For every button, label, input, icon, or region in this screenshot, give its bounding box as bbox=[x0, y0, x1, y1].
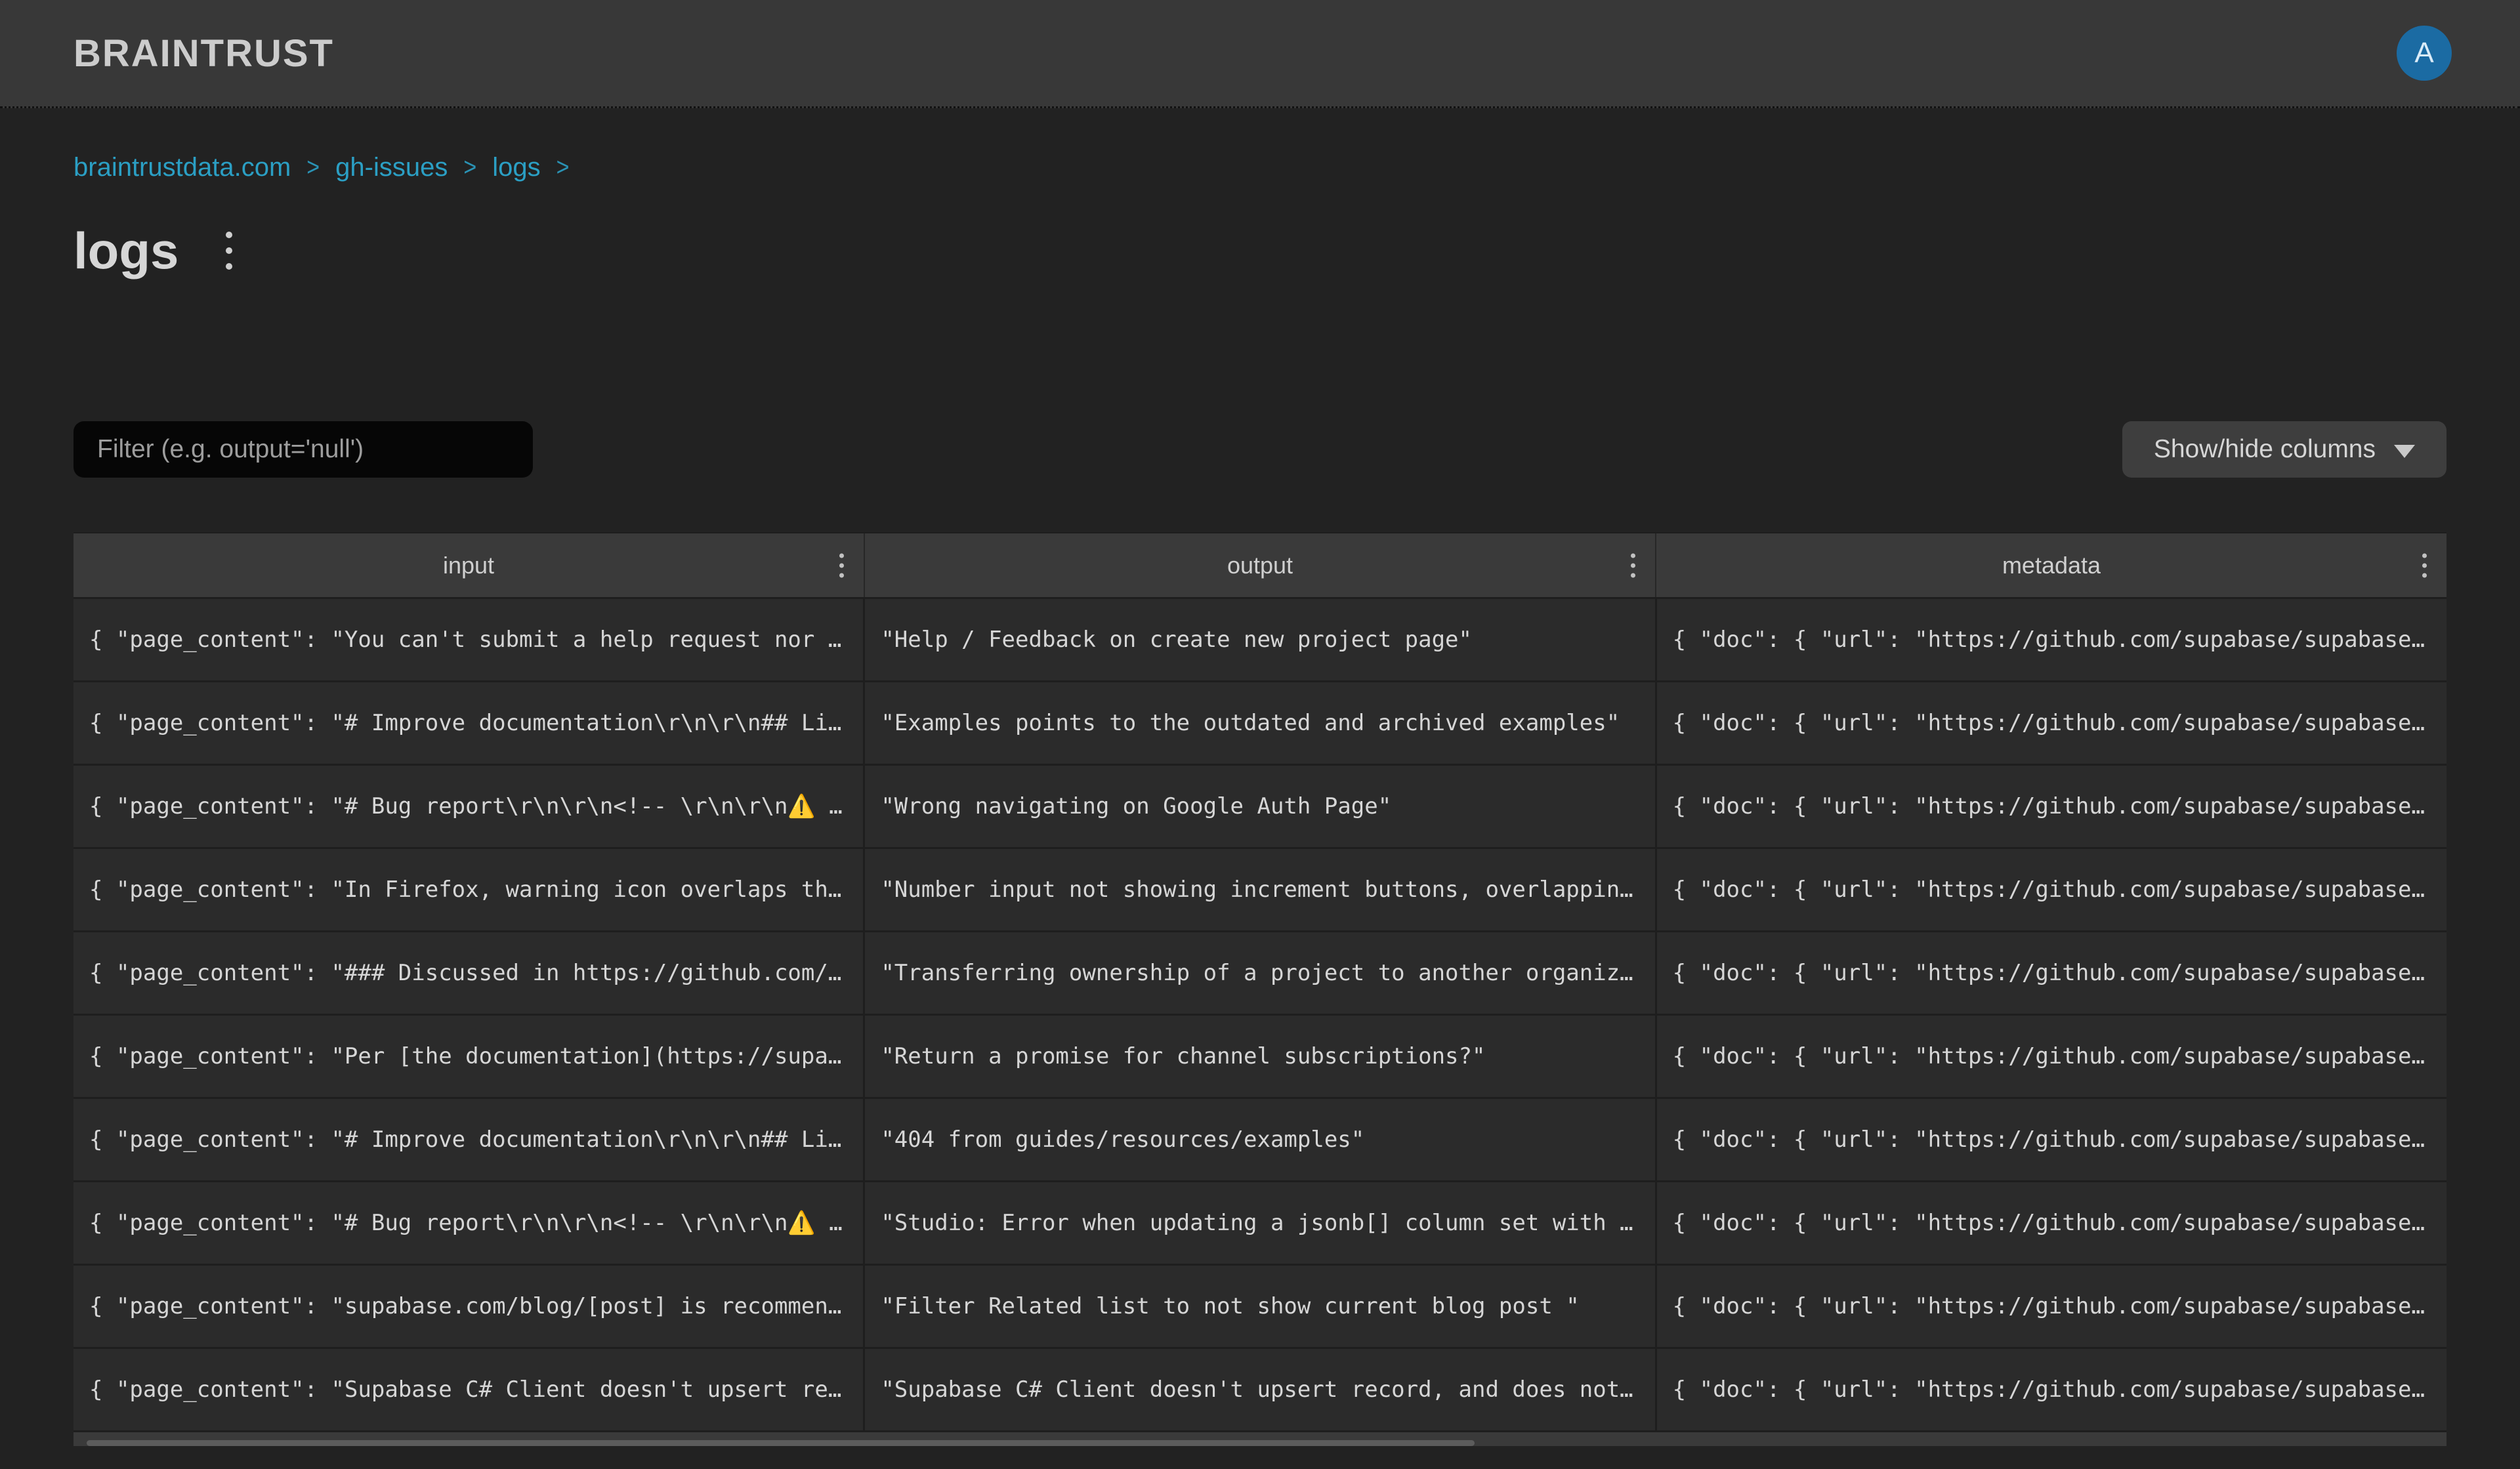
table-row[interactable]: { "page_content": "supabase.com/blog/[po… bbox=[74, 1264, 2446, 1347]
brand-logo[interactable]: BRAINTRUST bbox=[74, 31, 334, 75]
table-row[interactable]: { "page_content": "# Bug report\r\n\r\n<… bbox=[74, 1180, 2446, 1264]
page-title: logs bbox=[74, 221, 178, 281]
title-row: logs bbox=[74, 217, 2520, 285]
cell-metadata: { "doc": { "url": "https://github.com/su… bbox=[1655, 1266, 2446, 1347]
show-hide-columns-label: Show/hide columns bbox=[2154, 435, 2376, 464]
show-hide-columns-button[interactable]: Show/hide columns bbox=[2122, 421, 2446, 478]
top-bar: BRAINTRUST A bbox=[0, 0, 2520, 108]
cell-input: { "page_content": "# Improve documentati… bbox=[74, 1099, 863, 1180]
cell-metadata: { "doc": { "url": "https://github.com/su… bbox=[1655, 766, 2446, 847]
cell-output: "Studio: Error when updating a jsonb[] c… bbox=[863, 1182, 1654, 1264]
table-footer bbox=[74, 1430, 2446, 1446]
cell-output: "Examples points to the outdated and arc… bbox=[863, 682, 1654, 764]
cell-input: { "page_content": "### Discussed in http… bbox=[74, 932, 863, 1014]
column-menu-kebab-icon[interactable] bbox=[839, 550, 844, 580]
table-row[interactable]: { "page_content": "Supabase C# Client do… bbox=[74, 1347, 2446, 1430]
chevron-right-icon: > bbox=[556, 153, 570, 182]
toolbar: Show/hide columns bbox=[74, 421, 2446, 478]
cell-metadata: { "doc": { "url": "https://github.com/su… bbox=[1655, 932, 2446, 1014]
cell-output: "Help / Feedback on create new project p… bbox=[863, 599, 1654, 680]
table-row[interactable]: { "page_content": "In Firefox, warning i… bbox=[74, 847, 2446, 930]
cell-input: { "page_content": "In Firefox, warning i… bbox=[74, 849, 863, 930]
column-header-metadata[interactable]: metadata bbox=[1655, 533, 2446, 597]
cell-output: "404 from guides/resources/examples" bbox=[863, 1099, 1654, 1180]
filter-input[interactable] bbox=[74, 421, 533, 478]
cell-output: "Transferring ownership of a project to … bbox=[863, 932, 1654, 1014]
cell-metadata: { "doc": { "url": "https://github.com/su… bbox=[1655, 1016, 2446, 1097]
cell-metadata: { "doc": { "url": "https://github.com/su… bbox=[1655, 599, 2446, 680]
breadcrumb-org-link[interactable]: braintrustdata.com bbox=[74, 153, 291, 182]
cell-input: { "page_content": "You can't submit a he… bbox=[74, 599, 863, 680]
cell-output: "Filter Related list to not show current… bbox=[863, 1266, 1654, 1347]
cell-input: { "page_content": "# Bug report\r\n\r\n<… bbox=[74, 1182, 863, 1264]
cell-metadata: { "doc": { "url": "https://github.com/su… bbox=[1655, 849, 2446, 930]
cell-input: { "page_content": "Per [the documentatio… bbox=[74, 1016, 863, 1097]
cell-metadata: { "doc": { "url": "https://github.com/su… bbox=[1655, 1099, 2446, 1180]
breadcrumb-logs-link[interactable]: logs bbox=[492, 153, 540, 182]
column-menu-kebab-icon[interactable] bbox=[2422, 550, 2427, 580]
table-header-row: input output metadata bbox=[74, 533, 2446, 597]
cell-metadata: { "doc": { "url": "https://github.com/su… bbox=[1655, 1182, 2446, 1264]
page-menu-kebab-icon[interactable] bbox=[226, 227, 232, 274]
table-row[interactable]: { "page_content": "# Improve documentati… bbox=[74, 680, 2446, 764]
column-header-output[interactable]: output bbox=[864, 533, 1655, 597]
table-row[interactable]: { "page_content": "You can't submit a he… bbox=[74, 597, 2446, 680]
avatar[interactable]: A bbox=[2397, 26, 2452, 81]
chevron-down-icon bbox=[2394, 445, 2415, 458]
table-row[interactable]: { "page_content": "# Improve documentati… bbox=[74, 1097, 2446, 1180]
column-header-input[interactable]: input bbox=[74, 533, 864, 597]
avatar-initial: A bbox=[2414, 37, 2433, 70]
cell-output: "Return a promise for channel subscripti… bbox=[863, 1016, 1654, 1097]
table-row[interactable]: { "page_content": "Per [the documentatio… bbox=[74, 1014, 2446, 1097]
cell-input: { "page_content": "supabase.com/blog/[po… bbox=[74, 1266, 863, 1347]
horizontal-scrollbar[interactable] bbox=[87, 1440, 1475, 1446]
cell-input: { "page_content": "# Improve documentati… bbox=[74, 682, 863, 764]
cell-output: "Number input not showing increment butt… bbox=[863, 849, 1654, 930]
cell-output: "Supabase C# Client doesn't upsert recor… bbox=[863, 1349, 1654, 1430]
breadcrumb-project-link[interactable]: gh-issues bbox=[335, 153, 448, 182]
column-menu-kebab-icon[interactable] bbox=[1631, 550, 1635, 580]
table-row[interactable]: { "page_content": "### Discussed in http… bbox=[74, 930, 2446, 1014]
logs-table: input output metadata { "page_content": … bbox=[74, 532, 2446, 1430]
chevron-right-icon: > bbox=[463, 153, 476, 182]
breadcrumb: braintrustdata.com > gh-issues > logs > bbox=[74, 153, 2520, 182]
cell-metadata: { "doc": { "url": "https://github.com/su… bbox=[1655, 1349, 2446, 1430]
cell-input: { "page_content": "# Bug report\r\n\r\n<… bbox=[74, 766, 863, 847]
cell-input: { "page_content": "Supabase C# Client do… bbox=[74, 1349, 863, 1430]
cell-metadata: { "doc": { "url": "https://github.com/su… bbox=[1655, 682, 2446, 764]
cell-output: "Wrong navigating on Google Auth Page" bbox=[863, 766, 1654, 847]
table-row[interactable]: { "page_content": "# Bug report\r\n\r\n<… bbox=[74, 764, 2446, 847]
chevron-right-icon: > bbox=[306, 153, 320, 182]
